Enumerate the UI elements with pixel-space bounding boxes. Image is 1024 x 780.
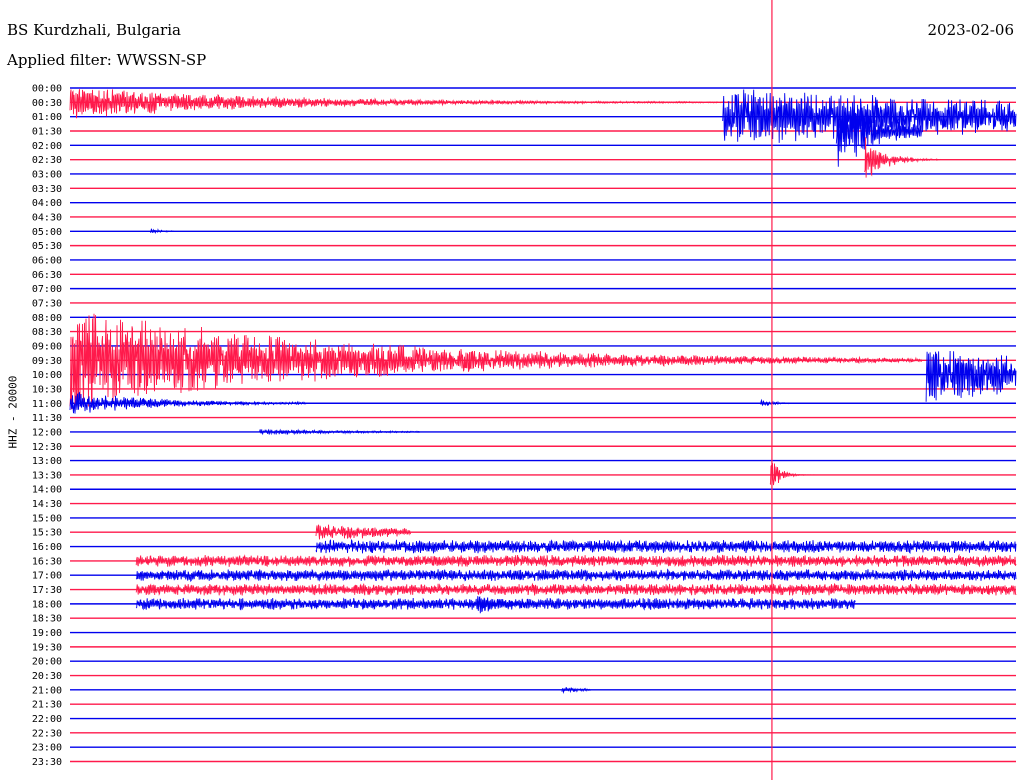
time-tick-label: 01:00 — [32, 112, 62, 123]
time-tick-label: 06:00 — [32, 255, 62, 266]
time-tick-label: 02:00 — [32, 141, 62, 152]
time-tick-label: 18:00 — [32, 599, 62, 610]
time-tick-label: 01:30 — [32, 126, 62, 137]
time-tick-label: 04:00 — [32, 198, 62, 209]
time-tick-label: 08:30 — [32, 327, 62, 338]
time-tick-label: 08:00 — [32, 313, 62, 324]
seismic-event-trace — [315, 524, 412, 540]
seismic-event-trace — [135, 568, 1017, 583]
time-tick-label: 20:30 — [32, 671, 62, 682]
seismic-event-trace — [69, 89, 733, 119]
time-tick-label: 14:30 — [32, 499, 62, 510]
time-tick-label: 02:30 — [32, 155, 62, 166]
seismic-event-trace — [476, 596, 525, 614]
seismic-event-trace — [135, 553, 1017, 568]
seismic-event-trace — [135, 582, 1017, 597]
time-tick-label: 20:00 — [32, 657, 62, 668]
time-tick-label: 16:00 — [32, 542, 62, 553]
time-tick-label: 14:00 — [32, 485, 62, 496]
seismic-event-trace — [69, 391, 307, 414]
time-tick-label: 12:00 — [32, 427, 62, 438]
time-tick-label: 07:00 — [32, 284, 62, 295]
time-tick-label: 17:30 — [32, 585, 62, 596]
time-tick-label: 17:00 — [32, 571, 62, 582]
time-tick-label: 03:30 — [32, 184, 62, 195]
time-tick-label: 18:30 — [32, 614, 62, 625]
time-tick-label: 05:00 — [32, 227, 62, 238]
seismic-event-trace — [315, 538, 1017, 554]
time-tick-label: 12:30 — [32, 442, 62, 453]
time-tick-label: 07:30 — [32, 298, 62, 309]
time-tick-label: 05:30 — [32, 241, 62, 252]
time-tick-label: 04:30 — [32, 212, 62, 223]
time-tick-label: 16:30 — [32, 556, 62, 567]
time-tick-label: 00:30 — [32, 98, 62, 109]
time-tick-label: 21:30 — [32, 700, 62, 711]
time-tick-label: 15:30 — [32, 528, 62, 539]
seismic-event-trace — [769, 463, 818, 486]
time-tick-label: 23:30 — [32, 757, 62, 768]
time-tick-label: 11:30 — [32, 413, 62, 424]
time-tick-label: 09:30 — [32, 356, 62, 367]
seismogram-plot: 00:00 00:30 01:00 01:30 02:00 02:30 03:00 03:30… — [32, 0, 1017, 780]
seismic-event-trace — [760, 398, 790, 407]
time-tick-label: 06:30 — [32, 270, 62, 281]
time-tick-label: 09:00 — [32, 341, 62, 352]
time-tick-label: 13:00 — [32, 456, 62, 467]
time-tick-label: 10:30 — [32, 384, 62, 395]
time-tick-label: 22:30 — [32, 728, 62, 739]
time-tick-label: 13:30 — [32, 470, 62, 481]
time-tick-label: 10:00 — [32, 370, 62, 381]
time-tick-label: 21:00 — [32, 685, 62, 696]
seismic-event-trace — [258, 428, 421, 436]
time-tick-label: 11:00 — [32, 399, 62, 410]
time-tick-label: 03:00 — [32, 169, 62, 180]
time-tick-label: 19:00 — [32, 628, 62, 639]
time-tick-label: 23:00 — [32, 743, 62, 754]
seismic-event-trace — [925, 350, 1017, 402]
seismic-event-trace — [864, 137, 941, 178]
helicorder-page: BS Kurdzhali, Bulgaria Applied filter: W… — [0, 0, 1024, 780]
time-tick-label: 15:00 — [32, 513, 62, 524]
time-tick-label: 00:00 — [32, 84, 62, 95]
seismic-event-trace — [69, 313, 922, 410]
time-tick-label: 19:30 — [32, 642, 62, 653]
time-tick-label: 22:00 — [32, 714, 62, 725]
